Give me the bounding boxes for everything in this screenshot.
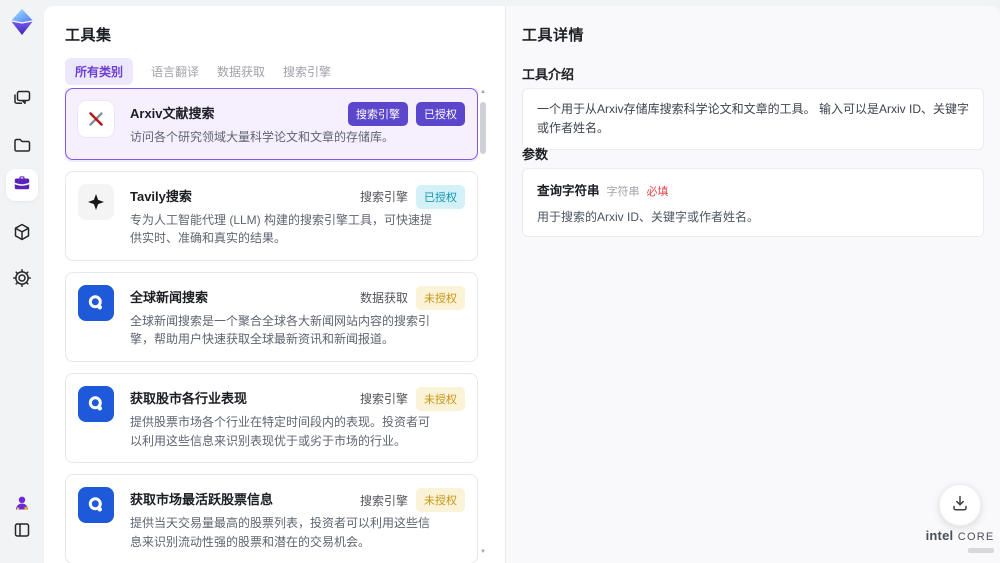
logo-subtext-mark bbox=[968, 548, 994, 553]
tavily-star-icon bbox=[78, 183, 114, 220]
sidebar bbox=[0, 0, 44, 563]
sidebar-item-tools-active[interactable] bbox=[6, 169, 38, 201]
panel-toggle-icon[interactable] bbox=[12, 520, 32, 540]
tab-search-engine[interactable]: 搜索引擎 bbox=[283, 63, 331, 80]
download-button[interactable] bbox=[939, 484, 981, 526]
download-icon bbox=[951, 494, 969, 517]
tool-description: 提供当天交易量最高的股票列表，投资者可以利用这些信息来识别流动性强的股票和潜在的… bbox=[130, 516, 431, 549]
tab-all-categories[interactable]: 所有类别 bbox=[65, 58, 134, 85]
param-name: 查询字符串 bbox=[537, 184, 600, 198]
auth-status-badge: 未授权 bbox=[416, 285, 465, 310]
core-wordmark: CORE bbox=[957, 531, 995, 543]
intel-wordmark: intel bbox=[925, 528, 954, 543]
user-avatar[interactable] bbox=[12, 493, 32, 513]
category-label: 搜索引擎 bbox=[359, 392, 408, 407]
toolbox-icon bbox=[13, 174, 31, 197]
tool-card-most-active-stocks[interactable]: 获取市场最活跃股票信息 提供当天交易量最高的股票列表，投资者可以利用这些信息来识… bbox=[65, 474, 478, 563]
tab-language-translation[interactable]: 语言翻译 bbox=[151, 63, 199, 80]
category-label: 数据获取 bbox=[359, 291, 408, 306]
tool-card-sector-performance[interactable]: 获取股市各行业表现 提供股票市场各个行业在特定时间段内的表现。投资者可以利用这些… bbox=[65, 372, 478, 464]
package-cube-icon[interactable] bbox=[12, 222, 32, 242]
auth-status-badge: 未授权 bbox=[416, 488, 465, 513]
tool-card-tavily[interactable]: Tavily搜索 专为人工智能代理 (LLM) 构建的搜索引擎工具，可快速提供实… bbox=[65, 170, 478, 261]
auth-status-badge: 已授权 bbox=[416, 102, 465, 126]
tool-description: 访问各个研究领域大量科学论文和文章的存储库。 bbox=[130, 130, 395, 144]
category-label: 搜索引擎 bbox=[359, 493, 408, 508]
arxiv-logo-icon bbox=[78, 101, 114, 137]
param-required-badge: 必填 bbox=[646, 186, 669, 198]
search-q-logo-icon bbox=[78, 284, 114, 321]
tool-description: 提供股票市场各个行业在特定时间段内的表现。投资者可以利用这些信息来识别表现优于或… bbox=[130, 414, 431, 448]
auth-status-badge: 未授权 bbox=[416, 386, 465, 411]
auth-status-badge: 已授权 bbox=[416, 184, 465, 209]
detail-title: 工具详情 bbox=[522, 27, 585, 44]
scroll-down-icon[interactable]: ▼ bbox=[478, 548, 488, 556]
tool-card-arxiv[interactable]: Arxiv文献搜索 访问各个研究领域大量科学论文和文章的存储库。 搜索引擎 已授… bbox=[65, 88, 478, 160]
intel-core-logo: intel CORE bbox=[922, 527, 998, 553]
tool-description: 专为人工智能代理 (LLM) 构建的搜索引擎工具，可快速提供实时、准确和真实的结… bbox=[130, 212, 433, 246]
list-scrollbar[interactable]: ▲ ▼ bbox=[478, 88, 488, 556]
param-type: 字符串 bbox=[606, 186, 640, 198]
scrollbar-thumb[interactable] bbox=[480, 102, 486, 154]
intro-heading: 工具介绍 bbox=[522, 67, 575, 82]
app-logo-gem-icon bbox=[8, 8, 36, 36]
tool-description: 全球新闻搜索是一个聚合全球各大新闻网站内容的搜索引擎，帮助用户快速获取全球最新资… bbox=[130, 313, 431, 347]
tab-data-fetching[interactable]: 数据获取 bbox=[217, 63, 265, 80]
scroll-up-icon[interactable]: ▲ bbox=[478, 88, 488, 96]
settings-gear-icon[interactable] bbox=[12, 268, 32, 288]
page-title: 工具集 bbox=[65, 27, 112, 44]
intro-text: 一个用于从Arxiv存储库搜索科学论文和文章的工具。 输入可以是Arxiv ID… bbox=[537, 102, 970, 136]
category-label: 搜索引擎 bbox=[359, 190, 408, 205]
category-tabs: 所有类别 语言翻译 数据获取 搜索引擎 bbox=[65, 58, 331, 85]
search-q-logo-icon bbox=[78, 487, 114, 524]
folder-icon[interactable] bbox=[12, 135, 32, 155]
tool-detail-panel: 工具详情 工具介绍 一个用于从Arxiv存储库搜索科学论文和文章的工具。 输入可… bbox=[505, 6, 1000, 563]
chat-icon[interactable] bbox=[12, 88, 32, 108]
param-box: 查询字符串 字符串 必填 用于搜索的Arxiv ID、关键字或作者姓名。 bbox=[522, 168, 984, 237]
tool-card-global-news[interactable]: 全球新闻搜索 全球新闻搜索是一个聚合全球各大新闻网站内容的搜索引擎，帮助用户快速… bbox=[65, 271, 478, 362]
search-q-logo-icon bbox=[78, 385, 114, 422]
tool-list: Arxiv文献搜索 访问各个研究领域大量科学论文和文章的存储库。 搜索引擎 已授… bbox=[65, 88, 478, 563]
param-description: 用于搜索的Arxiv ID、关键字或作者姓名。 bbox=[537, 210, 760, 224]
tools-panel: 工具集 所有类别 语言翻译 数据获取 搜索引擎 Arxiv文献搜索 访问各个研究… bbox=[44, 6, 505, 563]
intro-box: 一个用于从Arxiv存储库搜索科学论文和文章的工具。 输入可以是Arxiv ID… bbox=[522, 88, 984, 151]
category-badge: 搜索引擎 bbox=[348, 102, 408, 126]
params-heading: 参数 bbox=[522, 147, 549, 162]
